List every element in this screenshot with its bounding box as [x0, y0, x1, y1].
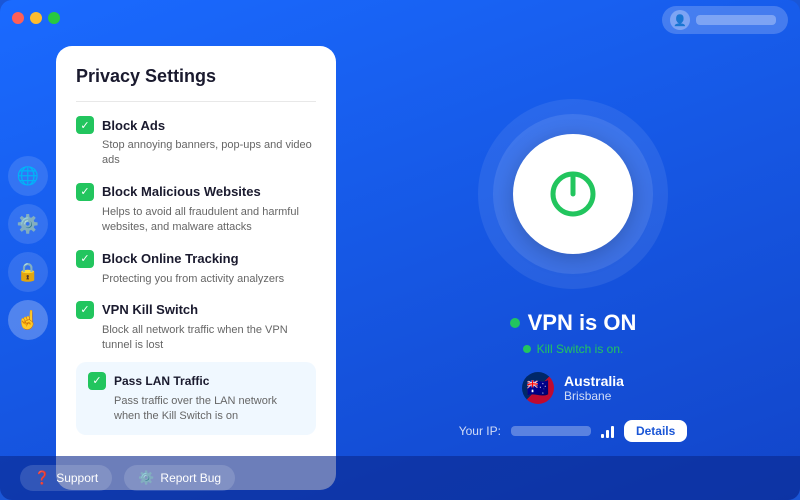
- power-icon: [543, 164, 603, 224]
- panel-title: Privacy Settings: [76, 66, 316, 87]
- app-window: 👤 🌐 ⚙️ 🔒 ☝️ Privacy Settings ✓ Block Ads…: [0, 0, 800, 500]
- block-ads-label: Block Ads: [102, 118, 165, 133]
- user-icon: 👤: [670, 10, 690, 30]
- sidebar-item-privacy[interactable]: ☝️: [8, 300, 48, 340]
- vpn-status: VPN is ON: [510, 310, 637, 336]
- user-name: [696, 15, 776, 25]
- ip-label: Your IP:: [459, 424, 501, 438]
- title-bar: 👤: [0, 0, 800, 36]
- block-tracking-label: Block Online Tracking: [102, 251, 239, 266]
- checkbox-kill-switch[interactable]: ✓: [76, 301, 94, 319]
- vpn-status-text: VPN is ON: [528, 310, 637, 336]
- kill-switch-label: VPN Kill Switch: [102, 302, 198, 317]
- report-bug-label: Report Bug: [160, 471, 221, 485]
- setting-kill-switch: ✓ VPN Kill Switch Block all network traf…: [76, 301, 316, 435]
- signal-bar-1: [601, 434, 604, 438]
- ip-row: Your IP: Details: [459, 420, 688, 442]
- traffic-lights: [12, 12, 60, 24]
- main-layout: 🌐 ⚙️ 🔒 ☝️ Privacy Settings ✓ Block Ads S…: [0, 0, 800, 500]
- details-button[interactable]: Details: [624, 420, 687, 442]
- setting-block-ads-header: ✓ Block Ads: [76, 116, 316, 134]
- location-row: 🇦🇺 Australia Brisbane: [522, 372, 624, 404]
- setting-kill-switch-header: ✓ VPN Kill Switch: [76, 301, 316, 319]
- privacy-panel: Privacy Settings ✓ Block Ads Stop annoyi…: [56, 46, 336, 490]
- lan-desc: Pass traffic over the LAN network when t…: [88, 394, 304, 425]
- sidebar-item-globe[interactable]: 🌐: [8, 156, 48, 196]
- kill-switch-dot: [523, 345, 531, 353]
- setting-block-malicious-header: ✓ Block Malicious Websites: [76, 183, 316, 201]
- sidebar: 🌐 ⚙️ 🔒 ☝️: [0, 36, 56, 500]
- sub-setting-lan-header: ✓ Pass LAN Traffic: [88, 372, 304, 390]
- vpn-status-dot: [510, 318, 520, 328]
- checkbox-block-malicious[interactable]: ✓: [76, 183, 94, 201]
- checkbox-lan[interactable]: ✓: [88, 372, 106, 390]
- sidebar-item-settings[interactable]: ⚙️: [8, 204, 48, 244]
- signal-icon: [601, 424, 614, 438]
- report-bug-button[interactable]: ⚙️ Report Bug: [124, 465, 235, 491]
- minimize-button[interactable]: [30, 12, 42, 24]
- location-country: Australia: [564, 373, 624, 389]
- close-button[interactable]: [12, 12, 24, 24]
- sidebar-item-lock[interactable]: 🔒: [8, 252, 48, 292]
- signal-bar-3: [611, 426, 614, 438]
- user-badge[interactable]: 👤: [662, 6, 788, 34]
- sub-setting-lan: ✓ Pass LAN Traffic Pass traffic over the…: [76, 362, 316, 435]
- setting-block-tracking-header: ✓ Block Online Tracking: [76, 250, 316, 268]
- block-ads-desc: Stop annoying banners, pop-ups and video…: [76, 138, 316, 169]
- bottom-bar: ❓ Support ⚙️ Report Bug: [0, 456, 800, 500]
- right-panel: VPN is ON Kill Switch is on. 🇦🇺 Australi…: [346, 36, 800, 500]
- kill-switch-desc: Block all network traffic when the VPN t…: [76, 323, 316, 354]
- kill-switch-status-text: Kill Switch is on.: [537, 342, 624, 356]
- block-malicious-label: Block Malicious Websites: [102, 184, 261, 199]
- country-flag: 🇦🇺: [522, 372, 554, 404]
- power-button[interactable]: [513, 134, 633, 254]
- block-malicious-desc: Helps to avoid all fraudulent and harmfu…: [76, 205, 316, 236]
- support-button[interactable]: ❓ Support: [20, 465, 112, 491]
- signal-bar-2: [606, 430, 609, 438]
- location-city: Brisbane: [564, 389, 624, 403]
- power-area: [473, 94, 673, 294]
- setting-block-malicious: ✓ Block Malicious Websites Helps to avoi…: [76, 183, 316, 236]
- support-icon: ❓: [34, 470, 50, 486]
- panel-divider: [76, 101, 316, 102]
- bug-icon: ⚙️: [138, 470, 154, 486]
- kill-switch-status: Kill Switch is on.: [523, 342, 624, 356]
- setting-block-tracking: ✓ Block Online Tracking Protecting you f…: [76, 250, 316, 287]
- maximize-button[interactable]: [48, 12, 60, 24]
- block-tracking-desc: Protecting you from activity analyzers: [76, 272, 316, 287]
- ip-value: [511, 426, 591, 436]
- checkbox-block-tracking[interactable]: ✓: [76, 250, 94, 268]
- checkbox-block-ads[interactable]: ✓: [76, 116, 94, 134]
- lan-label: Pass LAN Traffic: [114, 374, 209, 388]
- support-label: Support: [56, 471, 98, 485]
- location-info: Australia Brisbane: [564, 373, 624, 403]
- setting-block-ads: ✓ Block Ads Stop annoying banners, pop-u…: [76, 116, 316, 169]
